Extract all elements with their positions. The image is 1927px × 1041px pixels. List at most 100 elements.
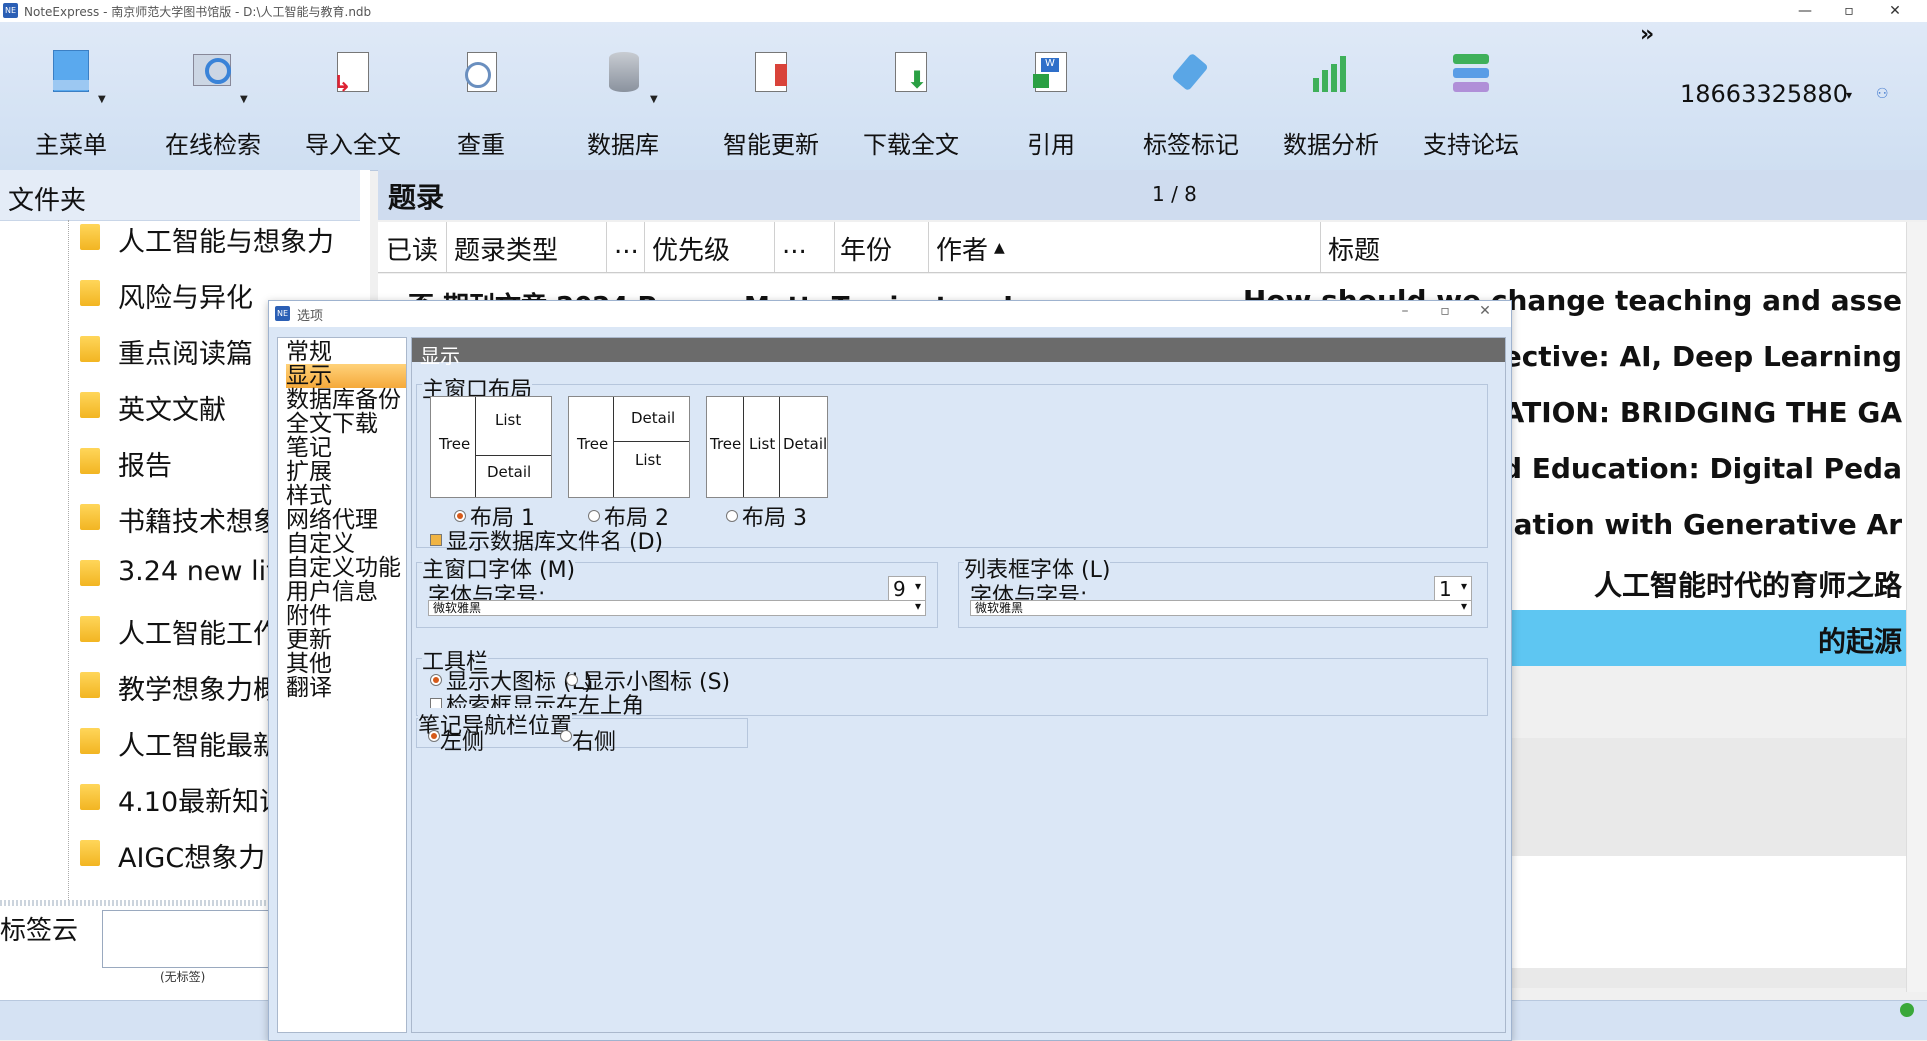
column-separator[interactable] — [644, 222, 645, 272]
column-separator[interactable] — [774, 222, 775, 272]
main-font-size-select[interactable]: 9 ▾ — [888, 576, 926, 602]
column-header[interactable]: ... — [782, 230, 807, 260]
row-title: INATION: BRIDGING THE GA — [1468, 396, 1902, 429]
layout-2-radio[interactable] — [588, 510, 600, 522]
nav-item-translate[interactable]: 翻译 — [286, 676, 406, 700]
database-button[interactable]: ▼ 数据库 — [558, 50, 688, 160]
cite-button[interactable]: W 引用 — [986, 50, 1116, 160]
minimize-icon[interactable]: – — [1385, 303, 1425, 325]
column-header[interactable]: 标题 — [1328, 230, 1380, 267]
nav-item-custom-functions[interactable]: 自定义功能 — [286, 556, 406, 580]
vertical-scrollbar[interactable] — [1906, 222, 1927, 992]
user-icon[interactable]: ⚇ — [1876, 86, 1889, 102]
maximize-icon[interactable]: ▫ — [1826, 0, 1872, 22]
nav-item-fulltext-download[interactable]: 全文下载 — [286, 412, 406, 436]
layout-list-label: List — [749, 435, 776, 453]
nav-item-notes[interactable]: 笔记 — [286, 436, 406, 460]
small-icons-radio[interactable] — [566, 674, 578, 686]
toolbar-more-icon[interactable]: » — [1640, 22, 1654, 47]
nav-item-display[interactable]: 显示 — [286, 364, 406, 388]
list-font-select[interactable]: 微软雅黑 ▾ — [970, 600, 1472, 616]
column-separator[interactable] — [928, 222, 929, 272]
nav-item-general[interactable]: 常规 — [286, 340, 406, 364]
layout-detail-label: Detail — [631, 409, 676, 427]
nav-item-db-backup[interactable]: 数据库备份 — [286, 388, 406, 412]
column-separator[interactable] — [1320, 222, 1321, 272]
main-menu-button[interactable]: ▼ 主菜单 — [6, 50, 136, 160]
folder-item[interactable]: 人工智能与想象力 — [80, 218, 380, 258]
folder-icon — [80, 448, 100, 474]
folder-label: 教学想象力概 — [118, 675, 280, 706]
folder-label: 3.24 new lit — [118, 556, 277, 587]
nav-item-update[interactable]: 更新 — [286, 628, 406, 652]
folder-label: 书籍技术想象 — [118, 507, 280, 538]
duplicate-check-button[interactable]: 查重 — [416, 50, 546, 160]
maximize-icon[interactable]: ▫ — [1425, 303, 1465, 325]
forum-icon — [1449, 50, 1493, 96]
app-icon: NE — [3, 3, 18, 18]
column-header[interactable]: 作者 — [936, 230, 988, 267]
column-header-row: 已读 题录类型 ... 优先级 ... 年份 作者 ▲ 标题 — [378, 222, 1927, 273]
layout-3-preview[interactable]: Tree List Detail — [706, 396, 828, 498]
list-title: 题录 — [388, 181, 445, 214]
layout-tree-label: Tree — [577, 435, 609, 453]
folder-icon — [80, 672, 100, 698]
row-title: 人工智能时代的育师之路 — [1593, 569, 1902, 602]
sort-ascending-icon[interactable]: ▲ — [994, 240, 1005, 256]
column-header[interactable]: 年份 — [840, 230, 892, 267]
folder-icon — [80, 840, 100, 866]
data-analysis-button[interactable]: 数据分析 — [1266, 50, 1396, 160]
notes-nav-right-label: 右侧 — [572, 730, 617, 755]
tag-button[interactable]: 标签标记 — [1126, 50, 1256, 160]
minimize-icon[interactable]: — — [1782, 0, 1828, 22]
list-font-size-select[interactable]: 1 ▾ — [1434, 576, 1472, 602]
folder-icon — [80, 728, 100, 754]
layout-2-preview[interactable]: Tree Detail List — [568, 396, 690, 498]
import-fulltext-icon: ↳ — [331, 50, 375, 97]
tag-label: 标签标记 — [1143, 131, 1239, 159]
folder-label: 4.10最新知识 — [118, 787, 287, 818]
options-content: 显示 主窗口布局 Tree List Detail Tree Detail Li… — [411, 337, 1506, 1033]
notes-nav-right-radio[interactable] — [560, 730, 572, 742]
column-separator[interactable] — [834, 222, 835, 272]
online-search-button[interactable]: ▼ 在线检索 — [148, 50, 278, 160]
folder-icon — [80, 392, 100, 418]
column-header[interactable]: ... — [614, 230, 639, 260]
list-font-value: 微软雅黑 — [975, 601, 1024, 615]
column-separator[interactable] — [606, 222, 607, 272]
user-account[interactable]: 18663325880 — [1680, 80, 1848, 108]
online-search-label: 在线检索 — [165, 131, 261, 159]
nav-item-other[interactable]: 其他 — [286, 652, 406, 676]
column-header[interactable]: 题录类型 — [454, 230, 558, 267]
tree-guide-line — [68, 220, 70, 900]
nav-item-styles[interactable]: 样式 — [286, 484, 406, 508]
nav-item-proxy[interactable]: 网络代理 — [286, 508, 406, 532]
layout-1-preview[interactable]: Tree List Detail — [430, 396, 552, 498]
list-font-size-value: 1 — [1439, 577, 1452, 601]
row-title: l and Education: Digital Peda — [1443, 452, 1902, 485]
notes-nav-left-radio[interactable] — [428, 730, 440, 742]
smart-update-button[interactable]: 智能更新 — [706, 50, 836, 160]
large-icons-radio[interactable] — [430, 674, 442, 686]
duplicate-check-icon — [459, 50, 503, 96]
folder-icon — [80, 616, 100, 642]
nav-item-user-info[interactable]: 用户信息 — [286, 580, 406, 604]
main-font-select[interactable]: 微软雅黑 ▾ — [428, 600, 926, 616]
layout-3-radio[interactable] — [726, 510, 738, 522]
show-db-filename-checkbox[interactable] — [430, 534, 442, 546]
column-header[interactable]: 优先级 — [652, 230, 730, 267]
nav-item-extensions[interactable]: 扩展 — [286, 460, 406, 484]
close-icon[interactable]: ✕ — [1872, 0, 1918, 22]
forum-button[interactable]: 支持论坛 — [1406, 50, 1536, 160]
column-separator[interactable] — [446, 222, 447, 272]
close-icon[interactable]: ✕ — [1465, 303, 1505, 325]
nav-item-custom[interactable]: 自定义 — [286, 532, 406, 556]
chevron-down-icon[interactable]: ▾ — [1846, 88, 1852, 102]
layout-1-radio[interactable] — [454, 510, 466, 522]
nav-item-attachments[interactable]: 附件 — [286, 604, 406, 628]
import-fulltext-button[interactable]: ↳ 导入全文 — [288, 50, 418, 160]
forum-label: 支持论坛 — [1423, 131, 1519, 159]
main-toolbar: ▼ 主菜单 ▼ 在线检索 ↳ 导入全文 查重 ▼ 数据库 智能更新 ⬇ 下载全文… — [0, 22, 1927, 171]
download-fulltext-button[interactable]: ⬇ 下载全文 — [846, 50, 976, 160]
column-header[interactable]: 已读 — [386, 230, 438, 267]
